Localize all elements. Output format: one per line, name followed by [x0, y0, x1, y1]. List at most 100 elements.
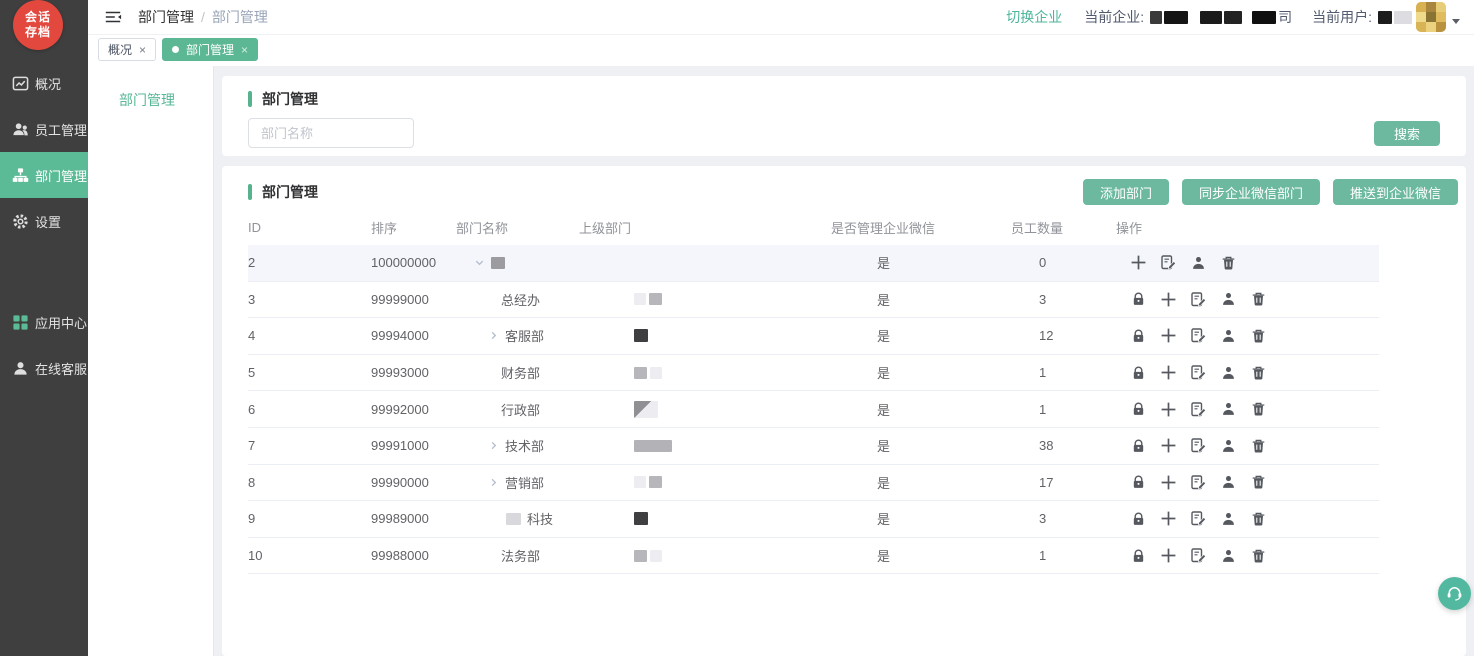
sidebar-item-label: 在线客服 [35, 359, 87, 378]
app-root: 会话 存档 概况员工管理部门管理设置应用中心在线客服 部门管理 / 部门管理 切… [0, 0, 1474, 656]
table-row[interactable]: 899990000营销部是17 [248, 465, 1379, 502]
edit-action-icon[interactable] [1190, 510, 1207, 527]
plus-action-icon[interactable] [1160, 547, 1177, 564]
switch-company-link[interactable]: 切换企业 [1006, 7, 1062, 27]
plus-action-icon[interactable] [1160, 327, 1177, 344]
department-name-input[interactable] [248, 118, 414, 148]
plus-action-icon[interactable] [1160, 401, 1177, 418]
push-to-wework-button[interactable]: 推送到企业微信 [1333, 179, 1458, 205]
user-menu-caret-icon[interactable] [1452, 19, 1460, 24]
user-action-icon[interactable] [1220, 547, 1237, 564]
lock-action-icon[interactable] [1130, 474, 1147, 491]
edit-action-icon[interactable] [1190, 401, 1207, 418]
user-action-icon[interactable] [1190, 254, 1207, 271]
trash-action-icon[interactable] [1250, 510, 1267, 527]
cell-sort: 99992000 [371, 402, 456, 417]
cell-department-name: 技术部 [456, 436, 579, 455]
user-action-icon[interactable] [1220, 327, 1237, 344]
plus-action-icon[interactable] [1160, 510, 1177, 527]
cell-id: 6 [248, 402, 371, 417]
edit-action-icon[interactable] [1190, 547, 1207, 564]
edit-action-icon[interactable] [1190, 364, 1207, 381]
cell-parent-department [579, 440, 831, 452]
tab-close-icon[interactable]: × [241, 43, 248, 57]
user-action-icon[interactable] [1220, 510, 1237, 527]
expand-tree-icon[interactable] [488, 477, 499, 488]
trash-action-icon[interactable] [1250, 364, 1267, 381]
plus-action-icon[interactable] [1160, 291, 1177, 308]
edit-action-icon[interactable] [1190, 291, 1207, 308]
sidebar-item-label: 设置 [35, 212, 61, 231]
plus-action-icon[interactable] [1160, 474, 1177, 491]
apps-icon [12, 314, 29, 331]
edit-action-icon[interactable] [1190, 437, 1207, 454]
trash-action-icon[interactable] [1250, 547, 1267, 564]
table-row[interactable]: 599993000财务部是1 [248, 355, 1379, 392]
breadcrumb: 部门管理 / 部门管理 [138, 7, 268, 27]
subsidebar-item-department-management[interactable]: 部门管理 [88, 82, 213, 118]
trash-action-icon[interactable] [1250, 401, 1267, 418]
edit-action-icon[interactable] [1190, 474, 1207, 491]
table-row[interactable]: 1099988000法务部是1 [248, 538, 1379, 575]
cell-parent-department [579, 367, 831, 379]
search-button[interactable]: 搜索 [1374, 121, 1440, 146]
sidebar-item-employee-management[interactable]: 员工管理 [0, 106, 88, 152]
table-row[interactable]: 499994000客服部是12 [248, 318, 1379, 355]
sidebar-item-department-management[interactable]: 部门管理 [0, 152, 88, 198]
trash-action-icon[interactable] [1250, 474, 1267, 491]
trash-action-icon[interactable] [1250, 327, 1267, 344]
trash-action-icon[interactable] [1250, 291, 1267, 308]
add-department-button[interactable]: 添加部门 [1083, 179, 1169, 205]
sidebar-item-app-center[interactable]: 应用中心 [0, 299, 88, 345]
lock-action-icon[interactable] [1130, 291, 1147, 308]
lock-action-icon[interactable] [1130, 437, 1147, 454]
lock-action-icon[interactable] [1130, 327, 1147, 344]
sidebar-item-overview[interactable]: 概况 [0, 60, 88, 106]
tab-overview[interactable]: 概况× [98, 38, 156, 61]
sidebar-item-online-support[interactable]: 在线客服 [0, 345, 88, 391]
table-row[interactable]: 799991000技术部是38 [248, 428, 1379, 465]
expand-tree-icon[interactable] [488, 440, 499, 451]
edit-action-icon[interactable] [1190, 327, 1207, 344]
support-icon [12, 360, 29, 377]
cell-sort: 99988000 [371, 548, 456, 563]
table-row[interactable]: 999989000科技是3 [248, 501, 1379, 538]
tab-close-icon[interactable]: × [139, 43, 146, 57]
user-action-icon[interactable] [1220, 474, 1237, 491]
breadcrumb-item[interactable]: 部门管理 [138, 7, 194, 27]
plus-action-icon[interactable] [1160, 364, 1177, 381]
sidebar-item-settings[interactable]: 设置 [0, 198, 88, 244]
redacted-parent-name [634, 440, 672, 452]
lock-action-icon[interactable] [1130, 510, 1147, 527]
user-action-icon[interactable] [1220, 401, 1237, 418]
customer-support-floating-button[interactable] [1438, 577, 1471, 610]
expand-tree-icon[interactable] [488, 330, 499, 341]
cell-department-name: 科技 [456, 509, 579, 528]
collapse-tree-icon[interactable] [474, 257, 485, 268]
user-action-icon[interactable] [1220, 291, 1237, 308]
lock-action-icon[interactable] [1130, 364, 1147, 381]
sidebar-item-label: 概况 [35, 74, 61, 93]
cell-parent-department [579, 550, 831, 562]
lock-action-icon[interactable] [1130, 401, 1147, 418]
column-header-employee-count: 员工数量 [1011, 218, 1116, 237]
table-row[interactable]: 399999000总经办是3 [248, 282, 1379, 319]
trash-action-icon[interactable] [1220, 254, 1237, 271]
user-avatar[interactable] [1416, 2, 1446, 32]
plus-action-icon[interactable] [1160, 437, 1177, 454]
table-row[interactable]: 2100000000是0 [248, 245, 1379, 282]
table-row[interactable]: 699992000行政部是1 [248, 391, 1379, 428]
cell-sort: 99989000 [371, 511, 456, 526]
plus-action-icon[interactable] [1130, 254, 1147, 271]
lock-action-icon[interactable] [1130, 547, 1147, 564]
cell-sort: 99990000 [371, 475, 456, 490]
trash-action-icon[interactable] [1250, 437, 1267, 454]
tab-department-management[interactable]: 部门管理× [162, 38, 258, 61]
user-action-icon[interactable] [1220, 364, 1237, 381]
cell-sort: 99993000 [371, 365, 456, 380]
edit-action-icon[interactable] [1160, 254, 1177, 271]
breadcrumb-separator: / [201, 9, 205, 25]
collapse-menu-icon[interactable] [104, 9, 122, 25]
sync-wework-departments-button[interactable]: 同步企业微信部门 [1182, 179, 1320, 205]
user-action-icon[interactable] [1220, 437, 1237, 454]
